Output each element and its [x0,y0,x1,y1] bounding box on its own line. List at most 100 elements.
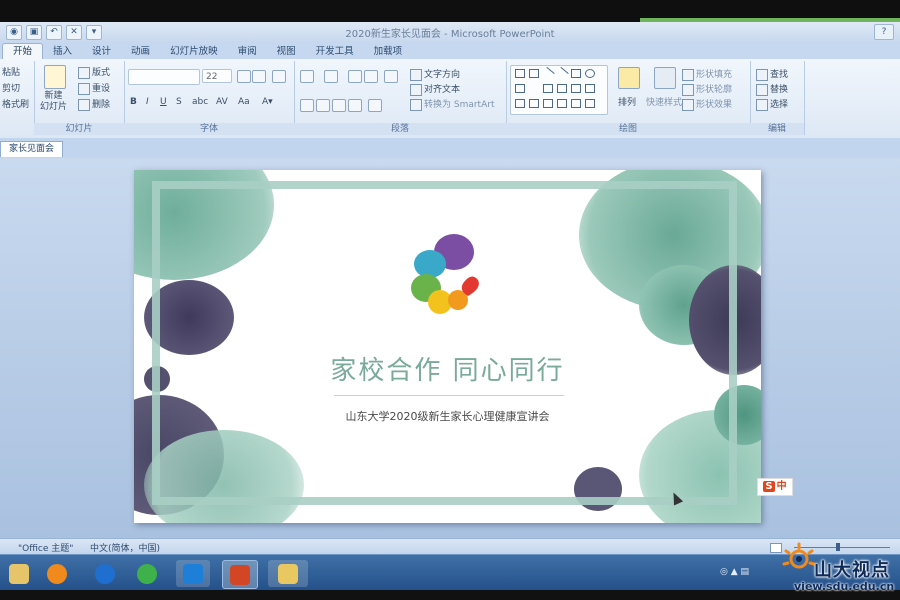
more-shapes-icon[interactable] [585,99,595,108]
cut-button[interactable]: 剪切 [2,81,20,94]
align-right-icon[interactable] [332,99,346,112]
font-name-input[interactable] [128,69,200,85]
italic-button[interactable]: I [146,97,149,107]
tab-slideshow[interactable]: 幻灯片放映 [160,44,228,59]
tab-view[interactable]: 视图 [267,44,306,59]
format-painter-button[interactable]: 格式刷 [2,97,29,110]
language-status[interactable]: 中文(简体，中国) [90,541,160,554]
curve-shape-icon[interactable] [529,99,539,108]
change-case-button[interactable]: Aa [238,97,250,107]
increase-indent-icon[interactable] [364,70,378,83]
taskbar-browser-button[interactable] [130,560,164,587]
select-button[interactable]: 选择 [756,97,788,111]
taskbar-app-button[interactable] [176,560,210,587]
system-tray[interactable]: ◎ ▲ ▤ [720,567,749,577]
align-text-button[interactable]: 对齐文本 [410,82,460,96]
browser-icon [137,563,157,584]
powerpoint-icon [230,564,250,585]
shapes-gallery[interactable] [510,65,608,115]
connector-shape-icon[interactable] [557,84,567,93]
strikethrough-button[interactable]: abc [192,97,208,107]
font-size-input[interactable]: 22 [202,69,232,83]
columns-icon[interactable] [368,99,382,112]
align-center-icon[interactable] [316,99,330,112]
slides-group-label: 幻灯片 [34,123,124,135]
taskbar-media-button[interactable] [40,560,74,587]
reset-button[interactable]: 重设 [78,81,110,95]
justify-icon[interactable] [348,99,362,112]
arrow-shape-icon[interactable] [555,66,569,81]
decrease-indent-icon[interactable] [348,70,362,83]
new-slide-button[interactable]: 新建 幻灯片 [40,91,67,113]
taskbar-folder-button[interactable] [2,560,36,587]
font-group-label: 字体 [124,123,294,135]
bottom-black-strip [0,590,900,600]
slide-subtitle[interactable]: 山东大学2020级新生家长心理健康宣讲会 [134,408,761,424]
slide-headline[interactable]: 家校合作 同心同行 [134,350,761,387]
bracket-shape-icon[interactable] [571,99,581,108]
tab-developer[interactable]: 开发工具 [306,44,364,59]
freeform-shape-icon[interactable] [543,99,553,108]
spacing-button[interactable]: AV [216,97,228,107]
ime-indicator[interactable]: S中 [757,478,793,496]
tab-addins[interactable]: 加载项 [364,44,413,59]
grow-font-icon[interactable] [237,70,251,83]
title-bar: ◉ ▣ ↶ ✕ ▾ 2020新生家长见面会 - Microsoft PowerP… [0,22,900,43]
tab-design[interactable]: 设计 [82,44,121,59]
ribbon: 粘贴 剪切 格式刷 新建 幻灯片 版式 重设 删除 幻灯片 22 B I U S… [0,59,900,139]
arrange-button[interactable]: 排列 [618,95,636,108]
quick-styles-button[interactable]: 快速样式 [646,95,682,108]
document-tab[interactable]: 家长见面会 [0,141,64,157]
numbering-icon[interactable] [324,70,338,83]
taskbar-sogou-button[interactable] [88,560,122,587]
star-shape-icon[interactable] [515,99,525,108]
line-spacing-icon[interactable] [384,70,398,83]
delete-button[interactable]: 删除 [78,97,110,111]
watermark-brand: 山大视点 [814,560,890,581]
brace-shape-icon[interactable] [557,99,567,108]
shrink-font-icon[interactable] [252,70,266,83]
bold-button[interactable]: B [130,97,137,107]
slide-editor: 家校合作 同心同行 山东大学2020级新生家长心理健康宣讲会 S中 [0,158,900,538]
taskbar-wechat-button[interactable] [268,560,308,587]
screen: ◉ ▣ ↶ ✕ ▾ 2020新生家长见面会 - Microsoft PowerP… [0,0,900,600]
triangle-shape-icon[interactable] [529,84,539,93]
elbow-shape-icon[interactable] [543,84,553,93]
clear-format-icon[interactable] [272,70,286,83]
bullets-icon[interactable] [300,70,314,83]
title-divider [334,395,564,396]
layout-button[interactable]: 版式 [78,65,110,79]
paste-button[interactable]: 粘贴 [2,65,20,78]
ribbon-tabs: 开始 插入 设计 动画 幻灯片放映 审阅 视图 开发工具 加载项 [0,42,900,59]
textbox-shape-icon[interactable] [529,69,539,78]
shadow-button[interactable]: S [176,97,182,107]
app-icon [183,563,203,584]
line-shape-icon[interactable] [541,66,555,81]
find-button[interactable]: 查找 [756,67,788,81]
oval-shape-icon[interactable] [585,69,595,78]
tab-home[interactable]: 开始 [2,43,44,59]
underline-button[interactable]: U [160,97,167,107]
square-shape-icon[interactable] [571,69,581,78]
shape-fill-button[interactable]: 形状填充 [682,67,732,81]
tab-review[interactable]: 审阅 [228,44,267,59]
window-controls: ? [874,24,894,40]
font-color-button[interactable]: A▾ [262,97,273,107]
replace-button[interactable]: 替换 [756,82,788,96]
slide-canvas[interactable]: 家校合作 同心同行 山东大学2020级新生家长心理健康宣讲会 [134,170,761,523]
down-arrow-shape-icon[interactable] [585,84,595,93]
taskbar-powerpoint-button[interactable] [222,560,258,589]
editing-group-label: 编辑 [750,123,804,135]
sogou-icon [95,563,115,584]
align-left-icon[interactable] [300,99,314,112]
text-direction-button[interactable]: 文字方向 [410,67,460,81]
rounded-rect-shape-icon[interactable] [515,84,525,93]
tab-insert[interactable]: 插入 [43,44,82,59]
right-arrow-shape-icon[interactable] [571,84,581,93]
rectangle-shape-icon[interactable] [515,69,525,78]
tab-animations[interactable]: 动画 [121,44,160,59]
smartart-button[interactable]: 转换为 SmartArt [410,97,494,111]
shape-outline-button[interactable]: 形状轮廓 [682,82,732,96]
help-icon[interactable]: ? [874,24,894,40]
shape-effects-button[interactable]: 形状效果 [682,97,732,111]
